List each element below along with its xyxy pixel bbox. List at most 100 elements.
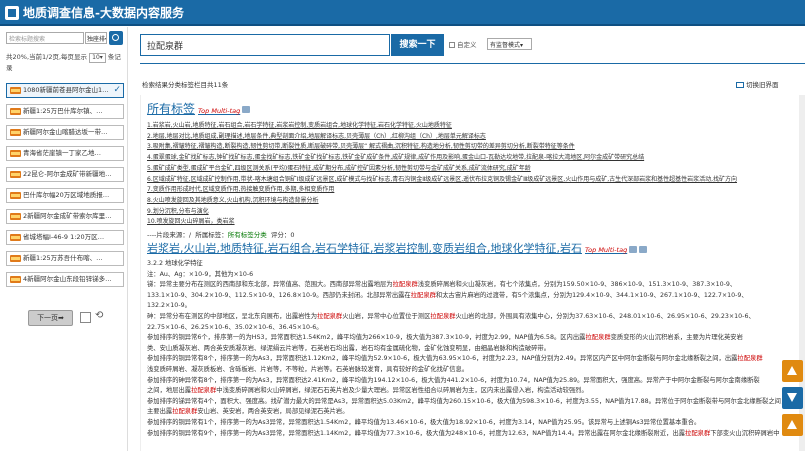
body-line: 参加排序的铜异常有9个，排序第一的为As3异常，异常面积达1.14Km2，峰平均…	[147, 429, 780, 437]
multi-tag-label: Top Multi-tag	[584, 246, 628, 254]
main-search-input[interactable]: 拉配泉群	[140, 34, 390, 56]
list-item[interactable]: 巴什库尔幅20万区域地质报…	[6, 188, 124, 203]
list-item-label: 青海省茫崖镇一丁家乙地…	[23, 149, 101, 157]
body-line: 之间，地层出露拉配泉群中浅变质碎屑岩和火山碎屑岩，绿泥石石英片岩及少量大理岩。异…	[147, 387, 588, 395]
divider	[140, 63, 805, 64]
result-body: 3.2.2 地球化学特征 注：Au、Ag：×10-9，其他为×10-6 锑：异常…	[147, 259, 795, 439]
list-item-label: 巴什库尔幅20万区域地质报…	[23, 191, 110, 199]
prev-icon[interactable]	[629, 245, 638, 253]
tag-link-list: 1.岩浆岩,火山岩,地质特征,岩石组合,岩石学特征,岩浆岩控制,变质岩组合,地球…	[147, 121, 802, 228]
body-line: 133.1×10-9、304.2×10-9、112.5×10-9、126.8×1…	[147, 291, 748, 299]
multi-tag-label: Top Multi-tag	[198, 107, 241, 115]
select-checkbox[interactable]	[80, 312, 91, 323]
source-label: ----片段来源：/	[147, 231, 192, 239]
tag-label: 所属标签：	[195, 231, 228, 239]
body-line: 参加排序的砷异常有8个，排序第一的为As3，异常面积达2.41Km2，峰平均值为…	[147, 376, 760, 384]
result-info: 检索结果分类标签栏目共11条	[142, 81, 229, 89]
list-item-label: 新疆阿尔金山喀腊达坂一带…	[23, 128, 108, 136]
list-item-label: 省城塔幅I-46-9 1:20万区…	[23, 233, 105, 241]
top-bar: 地质调查信息-大数据内容服务	[0, 0, 805, 26]
body-line: 锑：异常主要分布在测区的西南部和东北部，异常值高、范围大。西南部异常出露地层为拉…	[147, 281, 737, 289]
list-item-label: 新疆1:25万苏吾什布喀、…	[23, 254, 103, 262]
classification-line: ----片段来源：/ 所属标签：所有标签分类 评分：0	[147, 229, 295, 239]
body-line: 浅变质碎屑岩、凝灰质板岩、含砾板岩、片岩等，不等粒，片岩等。石英岩脉较发育，具有…	[147, 365, 469, 373]
folder-icon	[10, 87, 21, 94]
per-page-select[interactable]: 10▾	[89, 53, 106, 63]
list-item[interactable]: 省城塔幅I-46-9 1:20万区…	[6, 230, 124, 245]
expand-icon[interactable]	[242, 106, 251, 113]
custom-option-label: 自定义	[457, 41, 477, 49]
tag-link[interactable]: 4.蛋翠蛋球,金矿找矿标志,钟矿找矿标志,蛋金找矿标志,铁矿金矿找矿标志,铁矿金…	[147, 153, 802, 164]
app-logo-icon	[5, 6, 19, 20]
list-item[interactable]: 青海省茫崖镇一丁家乙地…	[6, 146, 124, 161]
tag-link[interactable]: 3.吸附集,褶皱特征,褶皱构造,断裂构造,韧性剪切带,断裂性质,断层破碎带,贝壳…	[147, 142, 802, 153]
list-item-label: 4新疆阿尔金山东段铅锌锑多…	[23, 275, 112, 283]
list-item[interactable]: 2新疆阿尔金成矿带索尔库里…	[6, 209, 124, 224]
check-icon: ✓	[113, 85, 121, 95]
sort-select[interactable]: 独座排▾	[85, 32, 107, 44]
all-tags-heading[interactable]: 所有标签 Top Multi-tag	[147, 100, 251, 117]
tag-link[interactable]: 5.蛋矿成矿类型,蛋成矿平台金矿,四级区测关系(平均)蛋石特征,成矿期分布,成矿…	[147, 164, 802, 175]
list-item[interactable]: 新疆1:25万巴什库尔镇、…	[6, 104, 124, 119]
tag-link[interactable]: 2.地层,地层对比,地质组成,副理描述,地层条件,典型剖面介绍,地层解译标志,贝…	[147, 132, 802, 143]
all-tags-title: 所有标签	[147, 102, 196, 116]
list-item[interactable]: 新疆阿尔金山喀腊达坂一带…	[6, 125, 124, 140]
tag-link[interactable]: 10.喷发旋回火山碎屑岩，类岩浆	[147, 217, 802, 228]
list-item-label: 22昆仑-阿尔金成矿带新疆地…	[23, 170, 112, 178]
tag-link[interactable]: 1.岩浆岩,火山岩,地质特征,岩石组合,岩石学特征,岩浆岩控制,变质岩组合,地球…	[147, 121, 802, 132]
folder-icon	[10, 150, 21, 157]
folder-icon	[10, 276, 21, 283]
folder-icon	[10, 234, 21, 241]
refresh-icon[interactable]: ⟲	[95, 310, 103, 321]
paging-text: 共20%,当前1/2页,每页显示	[6, 53, 88, 61]
list-item[interactable]: 1080新疆前苍县阿尔金山1… ✓	[6, 83, 124, 98]
title-search-input[interactable]: 检索标题搜索	[6, 32, 84, 44]
app-title: 地质调查信息-大数据内容服务	[23, 6, 184, 20]
content-area: 所有标签 Top Multi-tag 1.岩浆岩,火山岩,地质特征,岩石组合,岩石…	[140, 95, 805, 451]
next-icon[interactable]	[639, 245, 648, 253]
search-button[interactable]: 搜索一下	[391, 34, 444, 56]
tag-value: 所有标签分类	[227, 231, 267, 239]
body-line: 参加排序的锑异常有4个，面积大、强度高。找矿潜力最大的异常是As3，异常面积达5…	[147, 397, 788, 405]
switch-icon	[736, 82, 744, 88]
list-item-label: 新疆1:25万巴什库尔镇、…	[23, 107, 103, 115]
back-to-top-button[interactable]	[782, 414, 803, 436]
list-item[interactable]: 新疆1:25万苏吾什布喀、…	[6, 251, 124, 266]
list-item-label: 1080新疆前苍县阿尔金山1…	[23, 86, 109, 94]
folder-icon	[10, 255, 21, 262]
tag-link[interactable]: 9.划分沉积,分布与演化	[147, 207, 802, 218]
folder-icon	[10, 108, 21, 115]
switch-old-ui-link[interactable]: 切换旧界面	[736, 79, 779, 89]
body-line: 参加排序的铜异常6个，排序第一的为HS3，异常面积达1.54Km2，峰平均值为2…	[147, 334, 743, 342]
custom-option[interactable]: 自定义	[449, 39, 477, 49]
next-page-button[interactable]: 下一页➡	[28, 310, 73, 326]
body-line: 参加排序的铜异常有8个，排序第一的为As3，异常面积达1.12Km2，峰平均值为…	[147, 355, 763, 363]
scroll-up-button[interactable]	[782, 360, 803, 382]
body-line: 主要出露拉配泉群安山岩、英安岩，两合英安岩，局部见绿泥石英片岩。	[147, 408, 349, 416]
body-line: 注：Au、Ag：×10-9，其他为×10-6	[147, 270, 254, 278]
result-heading[interactable]: 岩浆岩,火山岩,地质特征,岩石组合,岩石学特征,岩浆岩控制,变质岩组合,地球化学…	[147, 240, 648, 256]
paging-info: 共20%,当前1/2页,每页显示 10▾ 条记录	[6, 52, 124, 73]
folder-icon	[10, 192, 21, 199]
document-list: 1080新疆前苍县阿尔金山1… ✓ 新疆1:25万巴什库尔镇、… 新疆阿尔金山喀腊…	[6, 83, 124, 293]
body-line: 砷：异常分布在测区的中部地区，呈北东向展布，出露岩性为拉配泉群火山岩，异常中心位…	[147, 312, 755, 320]
tag-link[interactable]: 6.区域成矿特征,区域成矿控制作用,带状-喀木塘组合铜矿Ⅰ级成矿远景区,成矿模式…	[147, 175, 802, 186]
body-line: 3.2.2 地球化学特征	[147, 260, 203, 267]
list-item-label: 2新疆阿尔金成矿带索尔库里…	[23, 212, 112, 220]
body-line: 参加排序的铜异常有1个，排序第一的为As3异常，异常面积达1.54Km2，峰平均…	[147, 418, 701, 426]
list-item[interactable]: 22昆仑-阿尔金成矿带新疆地…	[6, 167, 124, 182]
left-panel: 检索标题搜索 独座排▾ 共20%,当前1/2页,每页显示 10▾ 条记录 108…	[0, 27, 128, 451]
scroll-down-button[interactable]	[782, 387, 803, 409]
folder-icon	[10, 213, 21, 220]
list-item[interactable]: 4新疆阿尔金山东段铅锌锑多…	[6, 272, 124, 287]
folder-icon	[10, 129, 21, 136]
mode-select[interactable]: 有监督模式▾	[487, 38, 532, 50]
search-icon[interactable]	[109, 31, 123, 45]
tag-link[interactable]: 8.火山喷发旋回及其地质意义,火山机构,沉积环境与构造背景分析	[147, 196, 802, 207]
custom-checkbox[interactable]	[449, 42, 455, 48]
result-heading-text: 岩浆岩,火山岩,地质特征,岩石组合,岩石学特征,岩浆岩控制,变质岩组合,地球化学…	[147, 242, 582, 255]
tag-link[interactable]: 7.变质作用形成时代,区域变质作用,热接触变质作用,多期,多相变质作用	[147, 185, 802, 196]
body-line: 22.75×10-6、26.25×10-6、35.02×10-6、36.45×1…	[147, 323, 323, 331]
score: 评分：0	[270, 231, 295, 239]
body-line: 类、安山质凝灰岩、两合英安质凝灰岩、绿泥绢云片岩等，石英岩石均出露，岩石均有金属…	[147, 344, 550, 352]
